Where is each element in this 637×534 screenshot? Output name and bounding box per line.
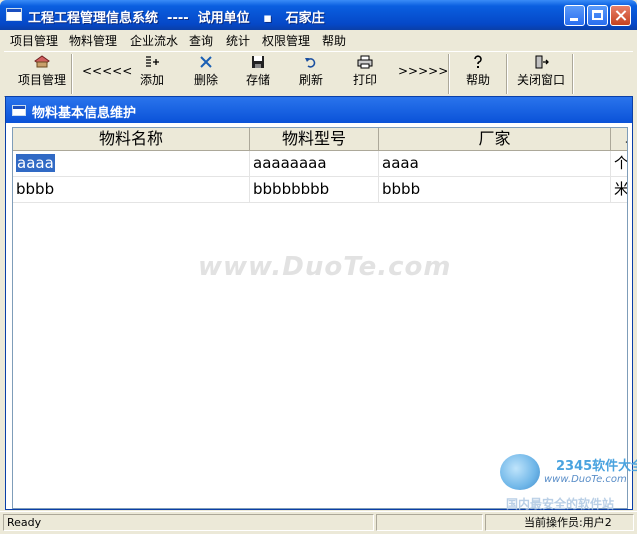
close-window-button[interactable]: 关闭窗口 bbox=[512, 55, 570, 93]
table-cell[interactable]: 个 bbox=[611, 151, 627, 177]
mascot-icon bbox=[500, 454, 540, 490]
app-window-icon bbox=[6, 8, 22, 21]
print-icon bbox=[345, 55, 385, 73]
column-header-manufacturer[interactable]: 厂家 bbox=[379, 128, 611, 151]
menu-query[interactable]: 查询 bbox=[189, 32, 213, 49]
table-cell[interactable]: 米 bbox=[611, 177, 627, 203]
toolbar-separator bbox=[572, 54, 574, 94]
table-cell[interactable]: aaaaaaaa bbox=[250, 151, 379, 177]
status-bar: Ready 当前操作员:用户2 bbox=[0, 511, 637, 534]
print-button[interactable]: 打印 bbox=[345, 55, 385, 93]
menu-enterprise-flow[interactable]: 企业流水 bbox=[130, 32, 178, 49]
toolbar-separator bbox=[506, 54, 508, 94]
table-cell[interactable]: bbbb bbox=[13, 177, 250, 203]
site-watermark-logo: 2345软件大全 www.DuoTe.com 国内最安全的软件站 bbox=[498, 452, 637, 511]
refresh-icon bbox=[291, 55, 331, 73]
add-icon bbox=[132, 55, 172, 73]
project-icon bbox=[14, 55, 70, 73]
add-button[interactable]: 添加 bbox=[132, 55, 172, 93]
maximize-button[interactable] bbox=[587, 5, 608, 26]
menu-material[interactable]: 物料管理 bbox=[69, 32, 117, 49]
minimize-button[interactable] bbox=[564, 5, 585, 26]
selected-cell-text: aaaa bbox=[16, 154, 55, 172]
refresh-button[interactable]: 刷新 bbox=[291, 55, 331, 93]
table-cell[interactable]: bbbb bbox=[379, 177, 611, 203]
subwindow-icon bbox=[12, 105, 26, 116]
duote-watermark: www.DuoTe.com bbox=[198, 252, 452, 282]
close-window-icon bbox=[512, 55, 570, 73]
subwindow-title: 物料基本信息维护 bbox=[32, 106, 137, 121]
menu-help[interactable]: 帮助 bbox=[322, 32, 346, 49]
save-button[interactable]: 存储 bbox=[238, 55, 278, 93]
watermark-slogan: 国内最安全的软件站 bbox=[506, 497, 615, 511]
menu-project[interactable]: 项目管理 bbox=[10, 32, 58, 49]
material-info-window: 物料基本信息维护 物料名称 物料型号 厂家 单 aaaa aaaaaaaa aa… bbox=[5, 96, 633, 510]
save-icon bbox=[238, 55, 278, 73]
subwindow-title-bar[interactable]: 物料基本信息维护 bbox=[6, 97, 632, 123]
status-ready: Ready bbox=[3, 514, 374, 531]
column-header-model[interactable]: 物料型号 bbox=[250, 128, 379, 151]
watermark-url: www.DuoTe.com bbox=[544, 474, 627, 485]
delete-button[interactable]: 删除 bbox=[186, 55, 226, 93]
toolbar: 项目管理 <<<<< 添加 删除 存储 刷新 打印 >>>>> 帮助 关闭窗口 bbox=[4, 51, 633, 97]
status-operator: 当前操作员:用户2 bbox=[485, 514, 634, 531]
status-pane-empty bbox=[376, 514, 483, 531]
table-cell[interactable]: bbbbbbbb bbox=[250, 177, 379, 203]
table-cell[interactable]: aaaa bbox=[13, 151, 250, 177]
help-button[interactable]: 帮助 bbox=[458, 55, 498, 93]
window-title: 工程工程管理信息系统 ---- 试用单位 ▪ 石家庄 bbox=[28, 11, 325, 26]
close-button[interactable] bbox=[610, 5, 631, 26]
menu-permissions[interactable]: 权限管理 bbox=[262, 32, 310, 49]
toolbar-separator bbox=[71, 54, 73, 94]
column-header-name[interactable]: 物料名称 bbox=[13, 128, 250, 151]
menu-bar: 项目管理 物料管理 企业流水 查询 统计 权限管理 帮助 bbox=[0, 30, 637, 50]
project-button[interactable]: 项目管理 bbox=[14, 55, 70, 93]
help-icon bbox=[458, 55, 498, 73]
delete-icon bbox=[186, 55, 226, 73]
watermark-logo-text: 2345软件大全 bbox=[556, 459, 637, 474]
column-header-unit[interactable]: 单 bbox=[611, 128, 627, 151]
table-cell[interactable]: aaaa bbox=[379, 151, 611, 177]
toolbar-separator bbox=[448, 54, 450, 94]
title-bar[interactable]: 工程工程管理信息系统 ---- 试用单位 ▪ 石家庄 bbox=[0, 0, 637, 30]
menu-statistics[interactable]: 统计 bbox=[226, 32, 250, 49]
